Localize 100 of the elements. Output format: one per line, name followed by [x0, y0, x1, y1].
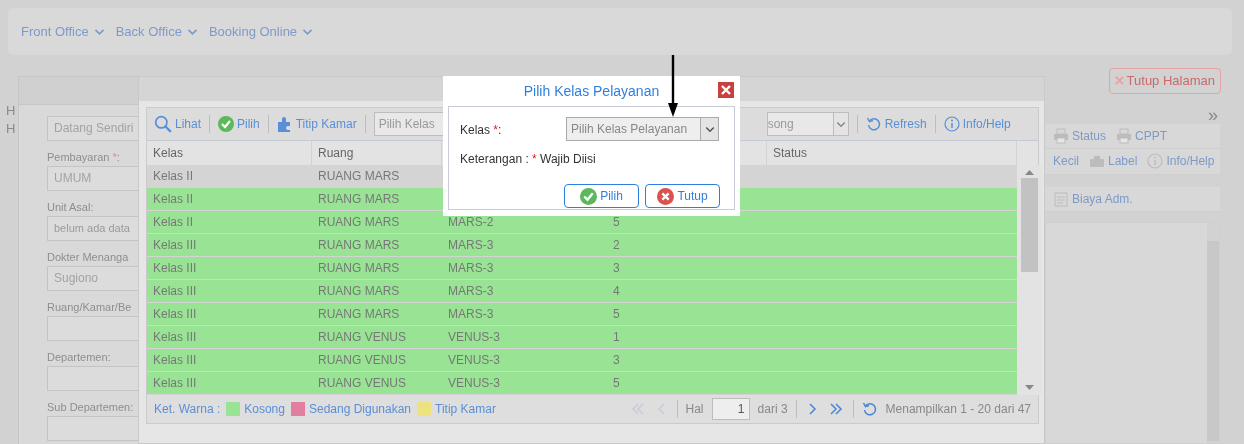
page-total: dari 3	[757, 401, 788, 418]
puzzle-piece-icon	[276, 116, 293, 132]
input-field[interactable]: UMUM	[47, 166, 138, 191]
input-field[interactable]: belum ada data	[47, 216, 138, 241]
menu-link[interactable]: Back Office	[115, 21, 199, 42]
table-cell-text: MARS-3	[447, 237, 495, 254]
input-field[interactable]: Sugiono	[47, 266, 138, 291]
page-summary: Menampilkan 1 - 20 dari 47	[885, 401, 1031, 418]
info-icon	[1147, 153, 1164, 170]
table-row[interactable]: Kelas III RUANG MARS MARS-3 4	[147, 280, 1017, 303]
field-label: Unit Asal:	[47, 200, 95, 215]
table-cell-text: 5	[612, 214, 621, 231]
toolbar-button[interactable]: Kecil	[1053, 152, 1079, 171]
x-circle-icon	[657, 187, 675, 205]
table-row[interactable]: Kelas III RUANG MARS MARS-3 2	[147, 234, 1017, 257]
toolbar-button[interactable]: CPPT	[1116, 126, 1168, 145]
side-letter: H	[6, 102, 17, 120]
table-cell-text: RUANG MARS	[317, 283, 401, 300]
table-row[interactable]: Kelas III RUANG MARS MARS-3 3	[147, 257, 1017, 280]
table-cell-text: Kelas III	[152, 283, 198, 300]
table-cell-text: RUANG VENUS	[317, 329, 407, 346]
page-label: Hal	[685, 401, 704, 418]
scrollbar-thumb[interactable]	[1021, 178, 1038, 272]
toolbar-button[interactable]: Label	[1089, 152, 1138, 171]
legend-label: Titip Kamar	[435, 401, 496, 418]
table-cell-text: Kelas III	[152, 329, 198, 346]
class-select[interactable]: Pilih Kelas Pelayanan	[566, 117, 719, 141]
menu-link[interactable]: Booking Online	[208, 21, 315, 42]
table-cell-text: VENUS-3	[447, 329, 501, 346]
table-cell-text: Kelas II	[152, 214, 195, 231]
table-cell-text: MARS-3	[447, 260, 495, 277]
expand-icon[interactable]: »	[1208, 105, 1218, 124]
table-cell-text: MARS-3	[447, 283, 495, 300]
close-icon[interactable]	[718, 82, 734, 98]
table-cell-text: Kelas III	[152, 375, 198, 392]
table-cell-text: RUANG MARS	[317, 260, 401, 277]
view-button[interactable]: Lihat	[154, 115, 202, 133]
input-field[interactable]: Datang Sendiri	[47, 116, 138, 141]
table-cell-text: Kelas II	[152, 168, 195, 185]
table-cell-text: 1	[612, 329, 621, 346]
table-row[interactable]: Kelas III RUANG MARS MARS-3 5	[147, 303, 1017, 326]
last-page-icon[interactable]	[828, 401, 845, 417]
toolbar-button[interactable]: Status	[1053, 126, 1107, 145]
table-row[interactable]: Kelas III RUANG VENUS VENUS-3 5	[147, 372, 1017, 395]
check-circle-icon	[218, 116, 235, 132]
table-cell-text: RUANG VENUS	[317, 375, 407, 392]
printer-icon	[1053, 127, 1069, 144]
note-text: Keterangan : * Wajib Diisi	[460, 151, 597, 168]
input-field[interactable]	[47, 316, 138, 341]
field-label: Pembayaran *:	[47, 150, 121, 165]
dialog-title: Pilih Kelas Pelayanan	[522, 82, 661, 101]
table-row[interactable]: Kelas III RUANG VENUS VENUS-3 3	[147, 349, 1017, 372]
field-label: Departemen:	[47, 350, 112, 365]
choose-button[interactable]: Pilih	[218, 115, 260, 133]
tray-icon	[1089, 153, 1105, 170]
pointer-arrow	[668, 55, 678, 117]
close-page-button[interactable]: Tutup Halaman	[1108, 68, 1221, 94]
table-cell-text: MARS-2	[447, 214, 495, 231]
side-letter: H	[6, 120, 17, 138]
refresh-button[interactable]: Refresh	[865, 115, 927, 133]
table-cell-text: RUANG MARS	[317, 168, 401, 185]
table-cell-text: RUANG MARS	[317, 306, 401, 323]
table-cell-text: Kelas III	[152, 352, 198, 369]
table-cell-text: RUANG MARS	[317, 237, 401, 254]
choose-button[interactable]: Pilih	[564, 184, 639, 208]
table-cell-text: MARS-3	[447, 306, 495, 323]
refresh-icon	[865, 116, 882, 132]
toolbar-button[interactable]: Info/Help	[1147, 152, 1215, 171]
help-button[interactable]: Info/Help	[943, 115, 1011, 133]
field-label: Dokter Menanga	[47, 250, 130, 265]
input-field[interactable]	[47, 366, 138, 391]
close-button[interactable]: Tutup	[645, 184, 720, 208]
table-cell-text: RUANG MARS	[317, 191, 401, 208]
table-cell-text: 3	[612, 260, 621, 277]
table-cell-text: RUANG MARS	[317, 214, 401, 231]
input-field[interactable]	[47, 416, 138, 441]
legend-title: Ket. Warna :	[154, 401, 221, 418]
legend-label: Kosong	[244, 401, 285, 418]
page-input[interactable]: 1	[711, 398, 750, 420]
table-cell-text: VENUS-3	[447, 352, 501, 369]
table-cell-text: Kelas III	[152, 260, 198, 277]
table-cell-text: 2	[612, 237, 621, 254]
field-label: Sub Departemen:	[47, 400, 135, 415]
close-icon	[1114, 76, 1124, 86]
table-row[interactable]: Kelas III RUANG VENUS VENUS-3 1	[147, 326, 1017, 349]
printer-icon	[1116, 127, 1133, 144]
table-cell-text: Kelas III	[152, 306, 198, 323]
toolbar-button[interactable]: Biaya Adm.	[1053, 190, 1133, 209]
room-deposit-button[interactable]: Titip Kamar	[276, 115, 357, 133]
table-cell-text: VENUS-3	[447, 375, 501, 392]
table-cell-text: 5	[612, 375, 621, 392]
menu-link[interactable]: Front Office	[21, 21, 106, 42]
status-select[interactable]: song	[766, 112, 849, 136]
field-label: Ruang/Kamar/Be	[47, 300, 133, 315]
table-cell-text: RUANG VENUS	[317, 352, 407, 369]
table-row[interactable]: Kelas II RUANG MARS MARS-2 5	[147, 211, 1017, 234]
refresh-icon[interactable]	[861, 401, 878, 417]
table-cell-text: 3	[612, 352, 621, 369]
info-icon	[943, 116, 960, 132]
table-cell-text: Kelas III	[152, 237, 198, 254]
